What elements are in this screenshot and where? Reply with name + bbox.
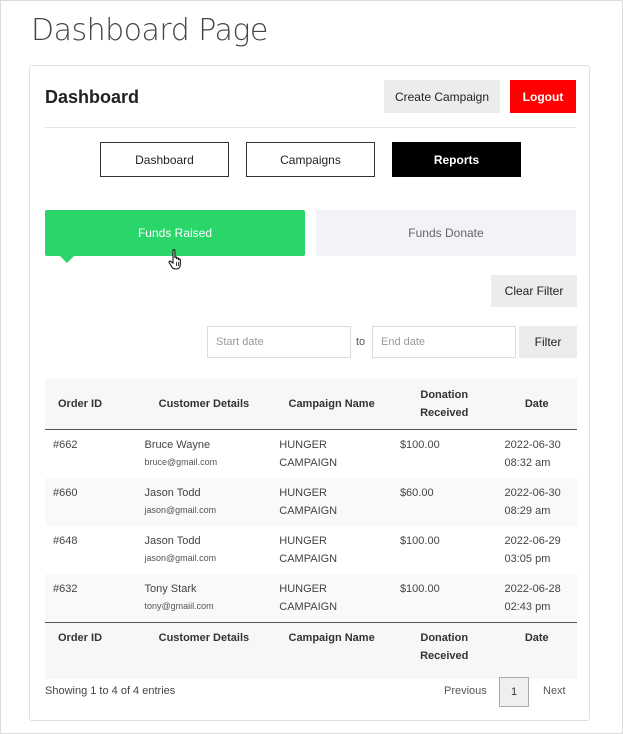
table-row: #648 Jason Todd jason@gmail.com HUNGER CA… xyxy=(45,526,577,574)
pagination-previous[interactable]: Previous xyxy=(444,685,487,697)
column-header-donation-received[interactable]: Donation Received xyxy=(391,379,497,430)
table-row: #660 Jason Todd jason@gmail.com HUNGER CA… xyxy=(45,478,577,526)
hand-pointer-icon xyxy=(168,248,184,275)
time-value: 02:43 pm xyxy=(504,601,551,613)
pagination-next[interactable]: Next xyxy=(543,685,566,697)
donation-amount-cell: $100.00 xyxy=(391,574,497,623)
date-cell: 2022-06-28 02:43 pm xyxy=(496,574,577,623)
date-value: 2022-06-30 xyxy=(504,439,561,451)
clear-filter-button[interactable]: Clear Filter xyxy=(491,275,577,307)
customer-details-cell: Bruce Wayne bruce@gmail.com xyxy=(137,430,272,479)
footer-order-id: Order ID xyxy=(45,622,137,679)
time-value: 08:32 am xyxy=(504,457,551,469)
date-cell: 2022-06-30 08:29 am xyxy=(496,478,577,526)
tab-funds-donate[interactable]: Funds Donate xyxy=(316,210,576,256)
column-header-order-id[interactable]: Order ID xyxy=(45,379,137,430)
start-date-input[interactable] xyxy=(207,326,351,358)
campaign-name-cell: HUNGER CAMPAIGN xyxy=(271,574,392,623)
tab-dashboard[interactable]: Dashboard xyxy=(100,142,229,177)
column-header-campaign-name[interactable]: Campaign Name xyxy=(271,379,392,430)
table-header-row: Order ID Customer Details Campaign Name … xyxy=(45,379,577,430)
date-value: 2022-06-28 xyxy=(504,583,561,595)
date-cell: 2022-06-29 03:05 pm xyxy=(497,526,577,574)
create-campaign-button[interactable]: Create Campaign xyxy=(384,80,500,113)
date-cell: 2022-06-30 08:32 am xyxy=(497,430,577,479)
entries-info: Showing 1 to 4 of 4 entries xyxy=(45,685,176,697)
customer-name: Bruce Wayne xyxy=(144,439,211,451)
customer-name: Jason Todd xyxy=(144,487,201,499)
tab-campaigns[interactable]: Campaigns xyxy=(246,142,375,177)
customer-email: jason@gmail.com xyxy=(144,553,217,563)
filter-button[interactable]: Filter xyxy=(519,326,577,358)
customer-name: Jason Todd xyxy=(144,535,201,547)
to-label: to xyxy=(356,336,366,348)
customer-details-cell: Jason Todd jason@gmail.com xyxy=(136,478,272,526)
date-value: 2022-06-30 xyxy=(504,487,561,499)
customer-email: tony@gmaiil.com xyxy=(144,601,214,611)
table-footer-row: Order ID Customer Details Campaign Name … xyxy=(45,622,577,679)
donation-amount-cell: $60.00 xyxy=(391,478,497,526)
table-row: #632 Tony Stark tony@gmaiil.com HUNGER CA… xyxy=(45,574,577,623)
page-title: Dashboard Page xyxy=(31,13,268,48)
order-id-cell: #632 xyxy=(45,574,137,623)
order-id-cell: #648 xyxy=(53,535,78,547)
time-value: 03:05 pm xyxy=(504,553,551,565)
pagination-page-1[interactable]: 1 xyxy=(499,677,529,707)
order-id-cell: #662 xyxy=(53,439,78,451)
customer-name: Tony Stark xyxy=(144,583,197,595)
footer-customer-details: Customer Details xyxy=(136,622,272,679)
footer-donation-received: Donation Received xyxy=(391,622,497,679)
divider xyxy=(45,127,576,128)
campaign-name-cell: HUNGER CAMPAIGN xyxy=(279,439,338,469)
end-date-input[interactable] xyxy=(372,326,516,358)
customer-email: jason@gmail.com xyxy=(144,505,217,515)
donation-amount-cell: $100.00 xyxy=(399,535,440,547)
time-value: 08:29 am xyxy=(504,505,551,517)
customer-details-cell: Jason Todd jason@gmail.com xyxy=(137,526,272,574)
footer-campaign-name: Campaign Name xyxy=(271,622,392,679)
donation-amount-cell: $100.00 xyxy=(399,439,440,451)
table-row: #662 Bruce Wayne bruce@gmail.com HUNGER C… xyxy=(45,430,577,479)
customer-details-cell: Tony Stark tony@gmaiil.com xyxy=(136,574,272,623)
donations-table: Order ID Customer Details Campaign Name … xyxy=(45,379,577,679)
column-header-date[interactable]: Date xyxy=(496,379,577,430)
tab-reports[interactable]: Reports xyxy=(392,142,521,177)
logout-button[interactable]: Logout xyxy=(510,80,576,113)
active-tab-pointer xyxy=(60,256,74,263)
order-id-cell: #660 xyxy=(45,478,137,526)
footer-date: Date xyxy=(496,622,577,679)
campaign-name-cell: HUNGER CAMPAIGN xyxy=(271,478,392,526)
column-header-customer-details[interactable]: Customer Details xyxy=(136,379,272,430)
campaign-name-cell: HUNGER CAMPAIGN xyxy=(279,535,338,565)
dashboard-card: Dashboard Create Campaign Logout Dashboa… xyxy=(29,65,590,721)
date-value: 2022-06-29 xyxy=(504,535,561,547)
customer-email: bruce@gmail.com xyxy=(144,457,218,467)
card-title: Dashboard xyxy=(45,87,140,107)
